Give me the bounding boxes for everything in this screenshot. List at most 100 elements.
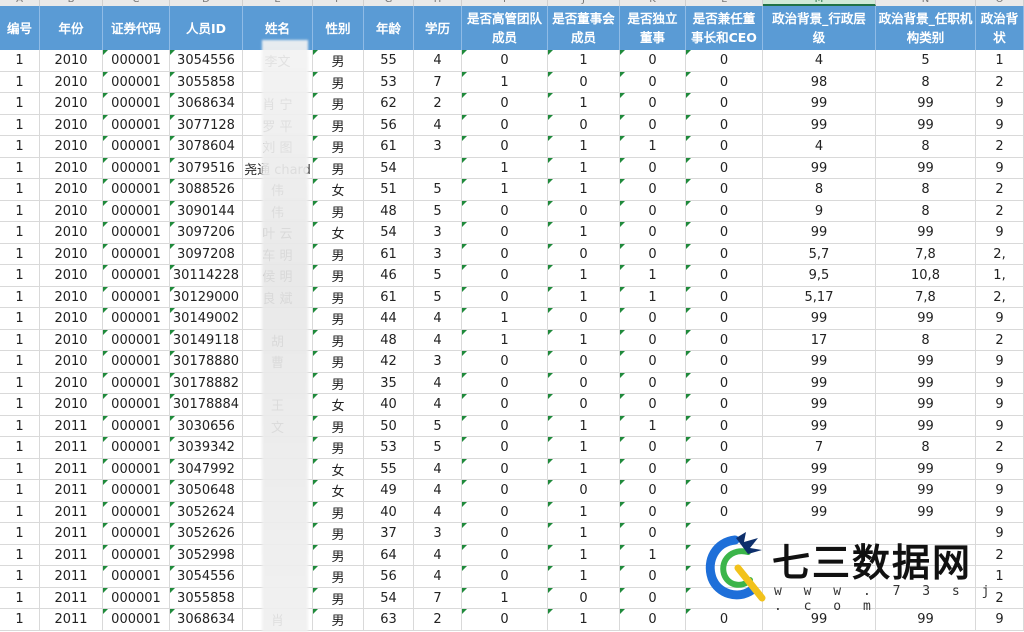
table-cell[interactable]: 0 — [548, 114, 620, 136]
table-cell[interactable]: 2010 — [40, 372, 103, 394]
table-cell[interactable]: 000001 — [103, 458, 170, 480]
table-cell[interactable]: 0 — [686, 93, 763, 114]
table-cell[interactable]: 1 — [0, 243, 40, 265]
table-cell[interactable]: 2 — [976, 71, 1024, 93]
table-cell[interactable]: 1 — [0, 93, 40, 114]
table-cell[interactable]: 99 — [876, 394, 976, 415]
table-cell[interactable]: 0 — [462, 437, 548, 458]
table-cell[interactable]: 男 — [313, 566, 364, 587]
table-cell[interactable]: 0 — [686, 136, 763, 157]
table-cell[interactable]: 000001 — [103, 286, 170, 308]
column-header[interactable]: 年份 — [40, 6, 103, 50]
table-cell[interactable]: 0 — [620, 179, 686, 200]
table-cell[interactable]: 2010 — [40, 200, 103, 222]
table-cell[interactable]: 0 — [620, 200, 686, 222]
table-cell[interactable]: 3097208 — [170, 243, 243, 265]
table-cell[interactable]: 0 — [686, 308, 763, 329]
table-cell[interactable]: 1 — [976, 50, 1024, 71]
table-cell[interactable]: 1 — [620, 415, 686, 437]
table-cell[interactable]: 3068634 — [170, 609, 243, 630]
table-cell[interactable]: 1 — [548, 329, 620, 351]
column-header[interactable]: 性别 — [313, 6, 364, 50]
table-cell[interactable]: 99 — [876, 308, 976, 329]
column-header[interactable]: 政治背景_任职机 构类别 — [876, 6, 976, 50]
table-cell[interactable]: 99 — [876, 157, 976, 179]
table-cell[interactable]: 0 — [620, 566, 686, 587]
table-cell[interactable]: 99 — [876, 501, 976, 523]
table-cell[interactable]: 000001 — [103, 415, 170, 437]
table-cell[interactable]: 30129000 — [170, 286, 243, 308]
table-cell[interactable]: 99 — [763, 372, 876, 394]
table-cell[interactable]: 56 — [364, 566, 414, 587]
table-cell[interactable]: 8 — [876, 71, 976, 93]
table-cell[interactable]: 2011 — [40, 415, 103, 437]
table-cell[interactable]: 9 — [976, 394, 1024, 415]
column-header[interactable]: 是否兼任董 事长和CEO — [686, 6, 763, 50]
table-cell[interactable]: 0 — [462, 544, 548, 566]
table-cell[interactable]: 1 — [548, 566, 620, 587]
table-cell[interactable]: 5,7 — [763, 243, 876, 265]
table-cell[interactable]: 男 — [313, 587, 364, 609]
table-cell[interactable]: 0 — [686, 415, 763, 437]
table-cell[interactable]: 55 — [364, 458, 414, 480]
table-cell[interactable]: 0 — [462, 243, 548, 265]
table-cell[interactable]: 5,17 — [763, 286, 876, 308]
table-cell[interactable]: 99 — [763, 458, 876, 480]
table-cell[interactable]: 2, — [976, 243, 1024, 265]
table-cell[interactable]: 1 — [0, 71, 40, 93]
table-cell[interactable]: 4 — [763, 50, 876, 71]
table-cell[interactable]: 0 — [462, 136, 548, 157]
table-cell[interactable]: 3 — [414, 222, 462, 243]
table-cell[interactable]: 2011 — [40, 544, 103, 566]
table-cell[interactable]: 0 — [686, 286, 763, 308]
table-cell[interactable]: 51 — [364, 179, 414, 200]
table-cell[interactable]: 0 — [620, 501, 686, 523]
table-cell[interactable]: 男 — [313, 243, 364, 265]
table-cell[interactable]: 男 — [313, 200, 364, 222]
table-cell[interactable]: 2010 — [40, 93, 103, 114]
table-cell[interactable]: 2011 — [40, 566, 103, 587]
table-cell[interactable]: 1 — [0, 394, 40, 415]
table-cell[interactable] — [414, 157, 462, 179]
table-cell[interactable]: 1 — [462, 71, 548, 93]
table-cell[interactable]: 000001 — [103, 372, 170, 394]
table-cell[interactable]: 1 — [620, 544, 686, 566]
table-cell[interactable]: 男 — [313, 265, 364, 286]
table-cell[interactable]: 女 — [313, 394, 364, 415]
table-cell[interactable]: 男 — [313, 308, 364, 329]
table-cell[interactable]: 000001 — [103, 566, 170, 587]
table-cell[interactable]: 0 — [462, 566, 548, 587]
table-cell[interactable]: 1 — [0, 523, 40, 544]
table-cell[interactable]: 女 — [313, 458, 364, 480]
table-cell[interactable]: 1 — [0, 308, 40, 329]
table-cell[interactable]: 000001 — [103, 157, 170, 179]
table-cell[interactable]: 0 — [462, 50, 548, 71]
table-cell[interactable]: 男 — [313, 372, 364, 394]
table-cell[interactable]: 000001 — [103, 200, 170, 222]
table-cell[interactable]: 0 — [620, 437, 686, 458]
table-cell[interactable]: 9 — [976, 157, 1024, 179]
table-cell[interactable]: 1 — [548, 501, 620, 523]
table-cell[interactable]: 000001 — [103, 587, 170, 609]
table-cell[interactable]: 0 — [686, 501, 763, 523]
table-cell[interactable]: 0 — [620, 609, 686, 630]
table-cell[interactable]: 0 — [686, 351, 763, 372]
table-cell[interactable]: 0 — [686, 458, 763, 480]
table-cell[interactable]: 99 — [763, 222, 876, 243]
table-cell[interactable]: 99 — [876, 222, 976, 243]
table-cell[interactable]: 000001 — [103, 437, 170, 458]
table-cell[interactable]: 30178880 — [170, 351, 243, 372]
table-cell[interactable]: 0 — [462, 415, 548, 437]
table-cell[interactable]: 1 — [0, 544, 40, 566]
table-cell[interactable]: 0 — [686, 179, 763, 200]
table-cell[interactable]: 3054556 — [170, 566, 243, 587]
table-cell[interactable]: 99 — [763, 157, 876, 179]
table-cell[interactable]: 0 — [620, 587, 686, 609]
table-cell[interactable]: 0 — [620, 351, 686, 372]
table-cell[interactable]: 99 — [763, 351, 876, 372]
table-cell[interactable]: 7 — [414, 71, 462, 93]
table-cell[interactable]: 8 — [876, 329, 976, 351]
table-cell[interactable]: 99 — [876, 351, 976, 372]
table-cell[interactable]: 37 — [364, 523, 414, 544]
table-cell[interactable]: 1 — [548, 544, 620, 566]
